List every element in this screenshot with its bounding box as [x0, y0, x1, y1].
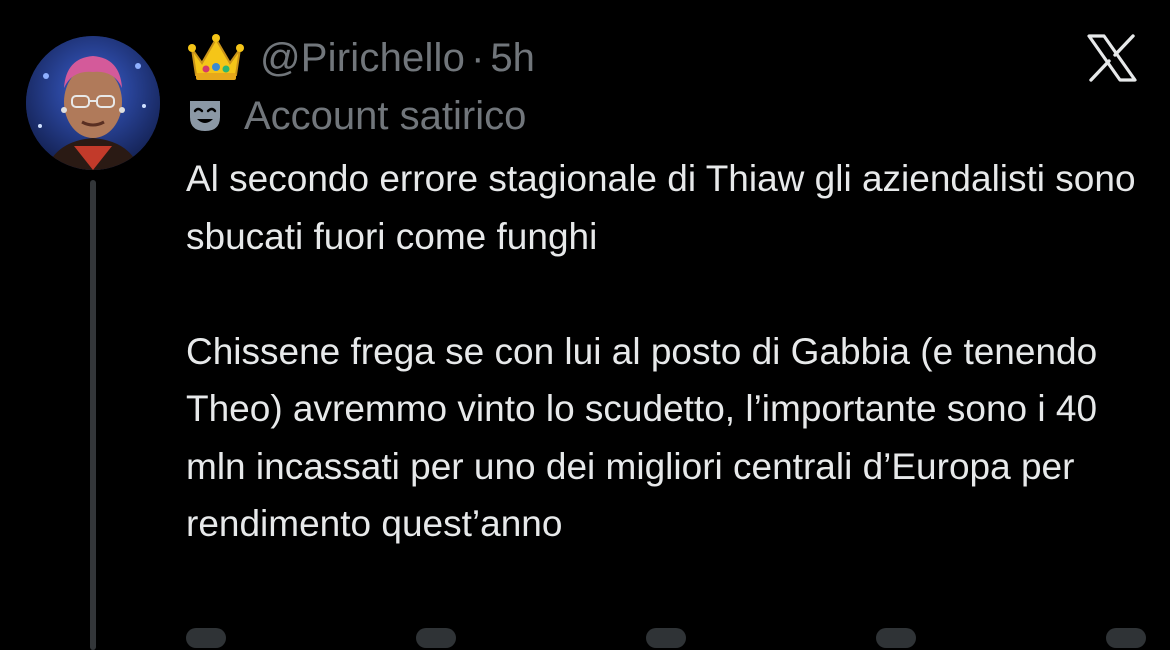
- mask-icon: [190, 101, 220, 131]
- post-text: Al secondo errore stagionale di Thiaw gl…: [186, 150, 1146, 553]
- crown-icon: [188, 34, 244, 80]
- post-timestamp[interactable]: 5h: [490, 36, 535, 81]
- account-label-text: Account satirico: [244, 93, 527, 138]
- avatar-image: [26, 36, 160, 170]
- user-handle[interactable]: @Pirichello: [260, 36, 465, 81]
- post-paragraph: Al secondo errore stagionale di Thiaw gl…: [186, 158, 1136, 257]
- post-header: @Pirichello · 5h: [188, 30, 535, 86]
- like-button[interactable]: [646, 628, 686, 648]
- account-label: Account satirico: [188, 90, 526, 142]
- reply-button[interactable]: [186, 628, 226, 648]
- repost-button[interactable]: [416, 628, 456, 648]
- action-bar: [186, 628, 1146, 648]
- share-button[interactable]: [1106, 628, 1146, 648]
- separator-dot: ·: [471, 35, 485, 80]
- avatar[interactable]: [26, 36, 160, 170]
- views-button[interactable]: [876, 628, 916, 648]
- thread-line: [90, 180, 96, 650]
- post-paragraph: Chissene frega se con lui al posto di Ga…: [186, 330, 1098, 545]
- x-logo-icon[interactable]: [1086, 34, 1138, 82]
